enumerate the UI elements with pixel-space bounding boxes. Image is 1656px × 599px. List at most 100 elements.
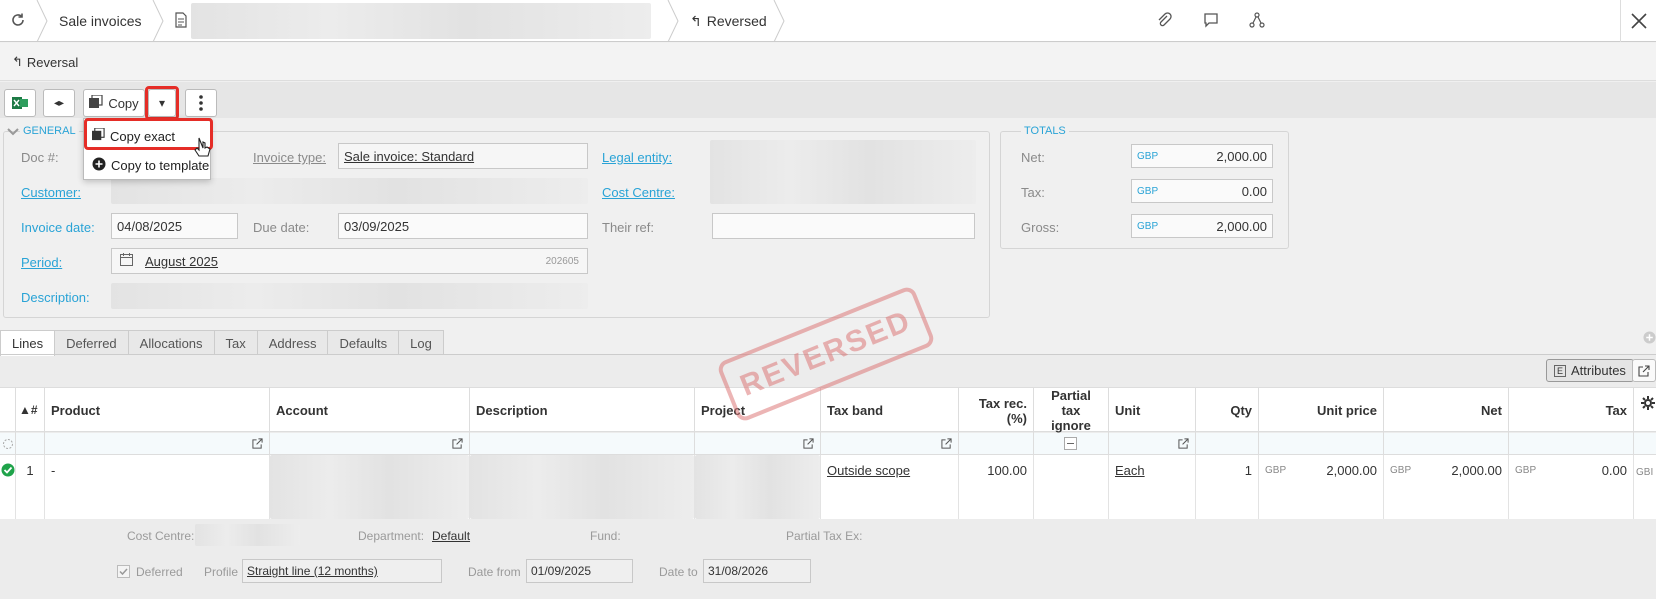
excel-export-button[interactable] (4, 89, 36, 117)
more-options-button[interactable] (185, 89, 217, 117)
row-product[interactable]: - (45, 455, 270, 519)
filter-tax-band[interactable] (821, 433, 959, 455)
row-unit[interactable]: Each (1109, 455, 1196, 519)
more-vertical-icon (199, 95, 203, 111)
document-icon (172, 11, 190, 29)
due-date-field[interactable]: 03/09/2025 (338, 213, 588, 239)
their-ref-field[interactable] (712, 213, 975, 239)
indeterminate-checkbox[interactable] (1064, 437, 1077, 450)
column-header-product[interactable]: Product (45, 388, 270, 433)
attributes-button[interactable]: E Attributes (1546, 359, 1634, 382)
customer-field-redacted[interactable] (111, 178, 588, 204)
row-description[interactable] (470, 455, 695, 519)
filter-tax-rec[interactable] (959, 433, 1034, 455)
detail-date-to-field[interactable]: 31/08/2026 (703, 559, 811, 583)
tab-deferred[interactable]: Deferred (54, 330, 129, 355)
column-header-unit-price[interactable]: Unit price (1259, 388, 1384, 433)
column-header-tax[interactable]: Tax (1509, 388, 1634, 433)
general-legend: GENERAL (20, 125, 79, 137)
filter-account[interactable] (270, 433, 470, 455)
tab-defaults[interactable]: Defaults (327, 330, 400, 355)
navigate-button[interactable]: ◂▸ (43, 89, 75, 117)
row-qty[interactable]: 1 (1196, 455, 1259, 519)
column-header-description[interactable]: Description (470, 388, 695, 433)
filter-project[interactable] (695, 433, 821, 455)
invoice-type-label: Invoice type: (253, 150, 326, 165)
tab-tax[interactable]: Tax (213, 330, 258, 355)
filter-unit-price[interactable] (1259, 433, 1384, 455)
row-net[interactable]: GBP 2,000.00 (1384, 455, 1509, 519)
period-label[interactable]: Period: (21, 255, 62, 270)
grid-header: ▲# Product Account Description Project T… (0, 387, 1656, 433)
row-tax-band[interactable]: Outside scope (821, 455, 959, 519)
checkmark-icon (119, 568, 128, 576)
invoice-date-field[interactable]: 04/08/2025 (111, 213, 238, 239)
filter-unit[interactable] (1109, 433, 1196, 455)
reply-arrow-icon: ↰ (12, 54, 23, 69)
table-row[interactable]: 1 - Outside scope 100.00 Each 1 GBP 2,00… (0, 455, 1656, 519)
row-account[interactable] (270, 455, 470, 519)
copy-button[interactable]: Copy (83, 89, 145, 117)
detail-date-from-field[interactable]: 01/09/2025 (526, 559, 633, 583)
deferred-checkbox[interactable] (117, 565, 130, 578)
tab-log[interactable]: Log (398, 330, 444, 355)
row-extra-currency: GBI (1636, 467, 1654, 478)
cost-centre-label[interactable]: Cost Centre: (602, 185, 675, 200)
tab-allocations[interactable]: Allocations (127, 330, 215, 355)
menu-item-copy-to-template[interactable]: Copy to template (84, 151, 210, 179)
filter-qty[interactable] (1196, 433, 1259, 455)
column-header-qty[interactable]: Qty (1196, 388, 1259, 433)
customer-label[interactable]: Customer: (21, 185, 81, 200)
column-header-partial-tax-ignore[interactable]: Partial tax ignore (1034, 388, 1109, 433)
legal-entity-label[interactable]: Legal entity: (602, 150, 672, 165)
column-header-number[interactable]: ▲# (16, 388, 45, 433)
column-header-tax-rec[interactable]: Tax rec. (%) (959, 388, 1034, 433)
row-unit-price[interactable]: GBP 2,000.00 (1259, 455, 1384, 519)
paperclip-icon[interactable] (1155, 11, 1173, 29)
period-code: 202605 (545, 255, 579, 267)
filter-net[interactable] (1384, 433, 1509, 455)
gross-total-field: GBP 2,000.00 (1131, 214, 1273, 238)
detail-department-label: Department: (358, 529, 425, 543)
row-tax-rec[interactable]: 100.00 (959, 455, 1034, 519)
mouse-cursor-icon (194, 137, 212, 164)
detail-profile-field[interactable]: Straight line (12 months) (242, 559, 442, 583)
column-header-tax-band[interactable]: Tax band (821, 388, 959, 433)
toolbar: ◂▸ Copy ▾ (0, 82, 1656, 118)
description-field-redacted[interactable] (111, 283, 588, 309)
comment-icon[interactable] (1202, 11, 1220, 29)
column-header-account[interactable]: Account (270, 388, 470, 433)
breadcrumb-reversed[interactable]: ↰ Reversed (690, 0, 767, 42)
detail-cost-centre-label: Cost Centre: (127, 529, 195, 543)
document-title-redacted (191, 3, 651, 39)
row-partial-tax[interactable] (1034, 455, 1109, 519)
filter-product[interactable] (45, 433, 270, 455)
filter-tax[interactable] (1509, 433, 1634, 455)
doc-number-label: Doc #: (21, 150, 59, 165)
breadcrumb-sale-invoices[interactable]: Sale invoices (59, 0, 142, 42)
filter-partial-tax[interactable] (1034, 433, 1109, 455)
excel-icon (12, 97, 28, 109)
check-circle-icon (1, 463, 15, 477)
column-header-net[interactable]: Net (1384, 388, 1509, 433)
chevron-down-icon[interactable] (7, 127, 19, 140)
line-detail-panel: Cost Centre: Department: Default Fund: P… (0, 519, 1656, 599)
close-icon[interactable] (1620, 0, 1656, 42)
tab-lines[interactable]: Lines (0, 330, 56, 356)
gear-icon[interactable] (1640, 395, 1656, 414)
add-circle-icon[interactable] (1643, 331, 1656, 347)
filter-description[interactable] (470, 433, 695, 455)
invoice-type-field[interactable]: Sale invoice: Standard (338, 143, 588, 169)
detail-department-value[interactable]: Default (432, 529, 470, 543)
row-project[interactable] (695, 455, 821, 519)
period-field[interactable]: August 2025 202605 (111, 248, 588, 274)
tab-address[interactable]: Address (256, 330, 329, 355)
legal-entity-field-redacted[interactable] (710, 140, 976, 204)
open-external-button[interactable] (1632, 359, 1656, 382)
detail-cost-centre-redacted[interactable] (195, 524, 300, 546)
reversal-link[interactable]: ↰ Reversal (12, 54, 78, 70)
refresh-icon[interactable] (9, 11, 27, 29)
column-header-unit[interactable]: Unit (1109, 388, 1196, 433)
share-icon[interactable] (1248, 11, 1266, 29)
row-tax[interactable]: GBP 0.00 (1509, 455, 1634, 519)
